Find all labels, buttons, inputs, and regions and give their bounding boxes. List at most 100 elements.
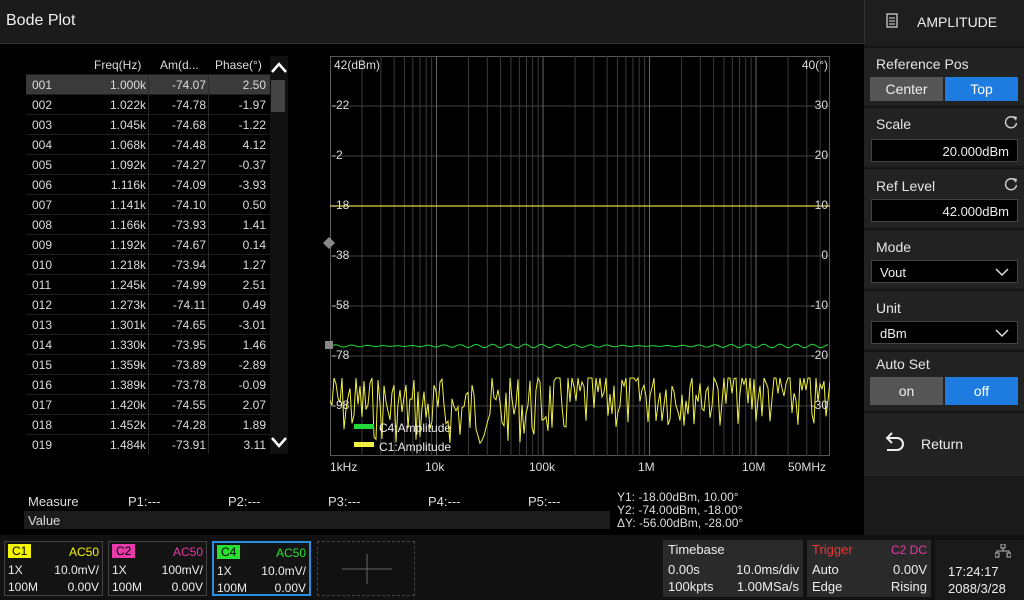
trigger-type: Edge: [812, 579, 843, 594]
channel-offset: 0.00V: [67, 580, 99, 594]
timebase-box[interactable]: Timebase 0.00s 10.0ms/div 100kpts 1.00MS…: [663, 540, 803, 597]
row-amplitude: -73.94: [171, 258, 206, 272]
trigger-label: Trigger: [812, 542, 853, 557]
row-freq: 1.022k: [109, 98, 146, 112]
ref-level-value: 42.000dBm: [942, 204, 1010, 219]
ref-level-field[interactable]: 42.000dBm: [871, 199, 1018, 222]
left-tick-label: -22: [332, 98, 350, 112]
mode-dropdown[interactable]: Vout: [871, 260, 1018, 283]
row-amplitude: -74.55: [171, 398, 206, 412]
row-freq: 1.045k: [109, 118, 146, 132]
row-freq: 1.116k: [110, 178, 146, 192]
timebase-delay: 0.00s: [668, 562, 700, 577]
row-amplitude: -74.27: [171, 158, 206, 172]
row-index: 016: [32, 378, 53, 392]
row-freq: 1.273k: [109, 298, 146, 312]
channel-probe: 1X: [217, 564, 232, 578]
clock-date: 2088/3/28: [948, 581, 1006, 596]
x-tick-label: 1M: [638, 460, 655, 474]
refresh-icon[interactable]: [1004, 115, 1018, 129]
return-arrow-icon: [885, 432, 904, 451]
autoset-on-button[interactable]: on: [870, 377, 943, 405]
row-index: 002: [32, 98, 53, 112]
right-tick-label: 20: [814, 148, 828, 162]
trigger-level: 0.00V: [893, 562, 927, 577]
mode-label: Mode: [876, 239, 912, 255]
row-phase: -3.01: [238, 318, 266, 332]
timebase-label: Timebase: [668, 542, 725, 557]
channel-box-c2[interactable]: C2 AC50 1X 100mV/100M 0.00V: [108, 541, 207, 596]
right-tick-label: 0: [821, 248, 828, 262]
ref-level-marker-icon[interactable]: [323, 237, 335, 249]
trigger-mode: Auto: [812, 562, 839, 577]
refresh-icon[interactable]: [1004, 177, 1018, 191]
legend-c4-swatch: [354, 424, 374, 429]
row-index: 018: [32, 418, 53, 432]
return-label: Return: [921, 436, 964, 452]
add-channel-button[interactable]: [317, 541, 415, 596]
left-tick-label: -38: [332, 248, 350, 262]
bode-data-table: Freq(Hz) Am(d... Phase(°) 001 1.000k -74.0…: [26, 56, 270, 456]
left-tick-label: -2: [332, 148, 343, 162]
right-tick-label: 30: [814, 98, 828, 112]
channel-box-c4[interactable]: C4 AC50 1X 10.0mV/100M 0.00V: [212, 541, 311, 596]
timebase-rate: 1.00MSa/s: [736, 579, 799, 594]
bode-plot-area[interactable]: 42(dBm) 40(°) -22 -2 -18 -38 -58 -78 -98 30 20 1…: [330, 56, 830, 456]
legend-c1-swatch: [354, 442, 374, 447]
plus-icon: [342, 554, 392, 584]
menu-icon: [886, 13, 898, 28]
chevron-down-icon: [995, 329, 1009, 338]
row-amplitude: -73.93: [171, 218, 206, 232]
row-phase: 3.11: [243, 438, 266, 452]
row-phase: -1.97: [238, 98, 266, 112]
autoset-off-button[interactable]: off: [945, 377, 1018, 405]
trigger-source: C2 DC: [890, 543, 927, 557]
row-index: 010: [32, 258, 53, 272]
scroll-down-icon[interactable]: [270, 434, 288, 450]
header-phase: Phase(°): [215, 58, 262, 72]
row-amplitude: -74.07: [171, 78, 206, 92]
table-scrollbar[interactable]: [270, 56, 288, 454]
row-freq: 1.330k: [109, 338, 146, 352]
p3-readout: P3:---: [328, 494, 361, 509]
row-index: 003: [32, 118, 53, 132]
x-tick-label: 10M: [742, 460, 766, 474]
row-amplitude: -74.48: [171, 138, 206, 152]
channel-probe: 1X: [8, 563, 23, 577]
row-amplitude: -74.99: [171, 278, 206, 292]
channel-scale: 10.0mV/: [261, 564, 306, 578]
row-freq: 1.420k: [109, 398, 146, 412]
unit-dropdown[interactable]: dBm: [871, 321, 1018, 344]
channel-bw: 100M: [217, 581, 248, 595]
right-axis-title: 40(°): [801, 58, 828, 72]
cursor-y1-readout: Y1: -18.00dBm, 10.00°: [617, 490, 739, 504]
row-index: 011: [32, 278, 52, 292]
trigger-box[interactable]: Trigger C2 DC Auto 0.00V Edge Rising: [807, 540, 931, 597]
x-tick-label: 100k: [529, 460, 556, 474]
p5-readout: P5:---: [528, 494, 561, 509]
right-tick-label: 10: [814, 198, 828, 212]
row-amplitude: -73.91: [171, 438, 206, 452]
channel-coupling: AC50: [172, 545, 203, 559]
channel-offset: 0.00V: [274, 581, 306, 595]
column-divider: [208, 74, 209, 454]
legend-c4: C4:Amplitude: [379, 421, 452, 435]
auto-set-label: Auto Set: [876, 356, 930, 372]
scroll-up-icon[interactable]: [270, 60, 288, 76]
refpos-top-button[interactable]: Top: [945, 77, 1018, 101]
channel-coupling: AC50: [275, 546, 306, 560]
clock-box: 17:24:17 2088/3/28: [935, 540, 1024, 600]
row-phase: 4.12: [242, 138, 266, 152]
channel-bw: 100M: [112, 580, 143, 594]
unit-value: dBm: [880, 326, 907, 341]
row-freq: 1.389k: [109, 378, 146, 392]
channel-box-c1[interactable]: C1 AC50 1X 10.0mV/100M 0.00V: [4, 541, 103, 596]
right-tick-label: -20: [810, 348, 828, 362]
row-amplitude: -73.95: [171, 338, 206, 352]
scrollbar-thumb[interactable]: [271, 80, 285, 112]
row-index: 007: [32, 198, 53, 212]
header-freq: Freq(Hz): [94, 58, 142, 72]
scale-field[interactable]: 20.000dBm: [871, 139, 1018, 162]
channel-offset: 0.00V: [171, 580, 203, 594]
refpos-center-button[interactable]: Center: [870, 77, 943, 101]
